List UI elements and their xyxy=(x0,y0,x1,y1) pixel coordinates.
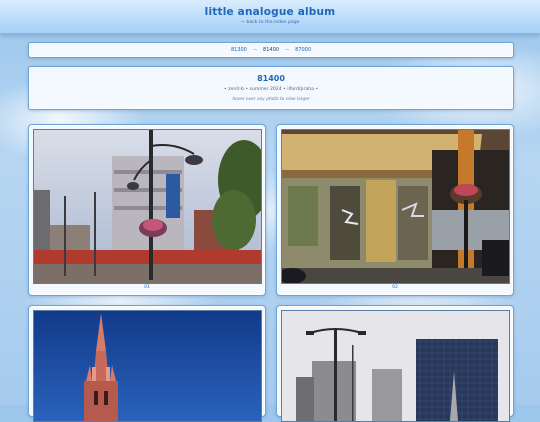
roll-meta: • zenit-b • summer 2024 • ilford/praha • xyxy=(223,87,319,92)
roll-navigation: 81300 — 81400 — 87000 xyxy=(28,42,514,58)
roll-title: 81400 xyxy=(257,74,285,83)
photo-thumbnail[interactable] xyxy=(281,310,510,422)
street-scene-photo xyxy=(34,130,261,283)
hover-hint: hover over any photo to view larger xyxy=(232,97,310,102)
back-to-index-link[interactable]: — back to the index page xyxy=(0,20,540,25)
roll-info-panel: 81400 • zenit-b • summer 2024 • ilford/p… xyxy=(28,66,514,110)
site-header: little analogue album — back to the inde… xyxy=(0,0,540,34)
graffiti-building-photo xyxy=(282,130,509,283)
roll-nav-separator: — xyxy=(252,47,258,53)
photo-label[interactable]: 01 xyxy=(29,285,265,290)
photo-thumbnail[interactable] xyxy=(33,310,262,422)
roll-link-81400-current[interactable]: 81400 xyxy=(263,47,279,53)
photo-card[interactable]: 02 xyxy=(276,124,514,296)
roll-link-81300[interactable]: 81300 xyxy=(231,47,247,53)
photo-thumbnail[interactable] xyxy=(33,129,262,284)
roll-nav-separator: — xyxy=(284,47,290,53)
photo-card[interactable] xyxy=(276,305,514,422)
photo-card[interactable]: 01 xyxy=(28,124,266,296)
photo-label[interactable]: 02 xyxy=(277,285,513,290)
photo-card[interactable] xyxy=(28,305,266,422)
site-title[interactable]: little analogue album xyxy=(0,6,540,18)
roll-nav-list: 81300 — 81400 — 87000 xyxy=(29,47,513,53)
roll-link-87000[interactable]: 87000 xyxy=(295,47,311,53)
photo-thumbnail[interactable] xyxy=(281,129,510,284)
